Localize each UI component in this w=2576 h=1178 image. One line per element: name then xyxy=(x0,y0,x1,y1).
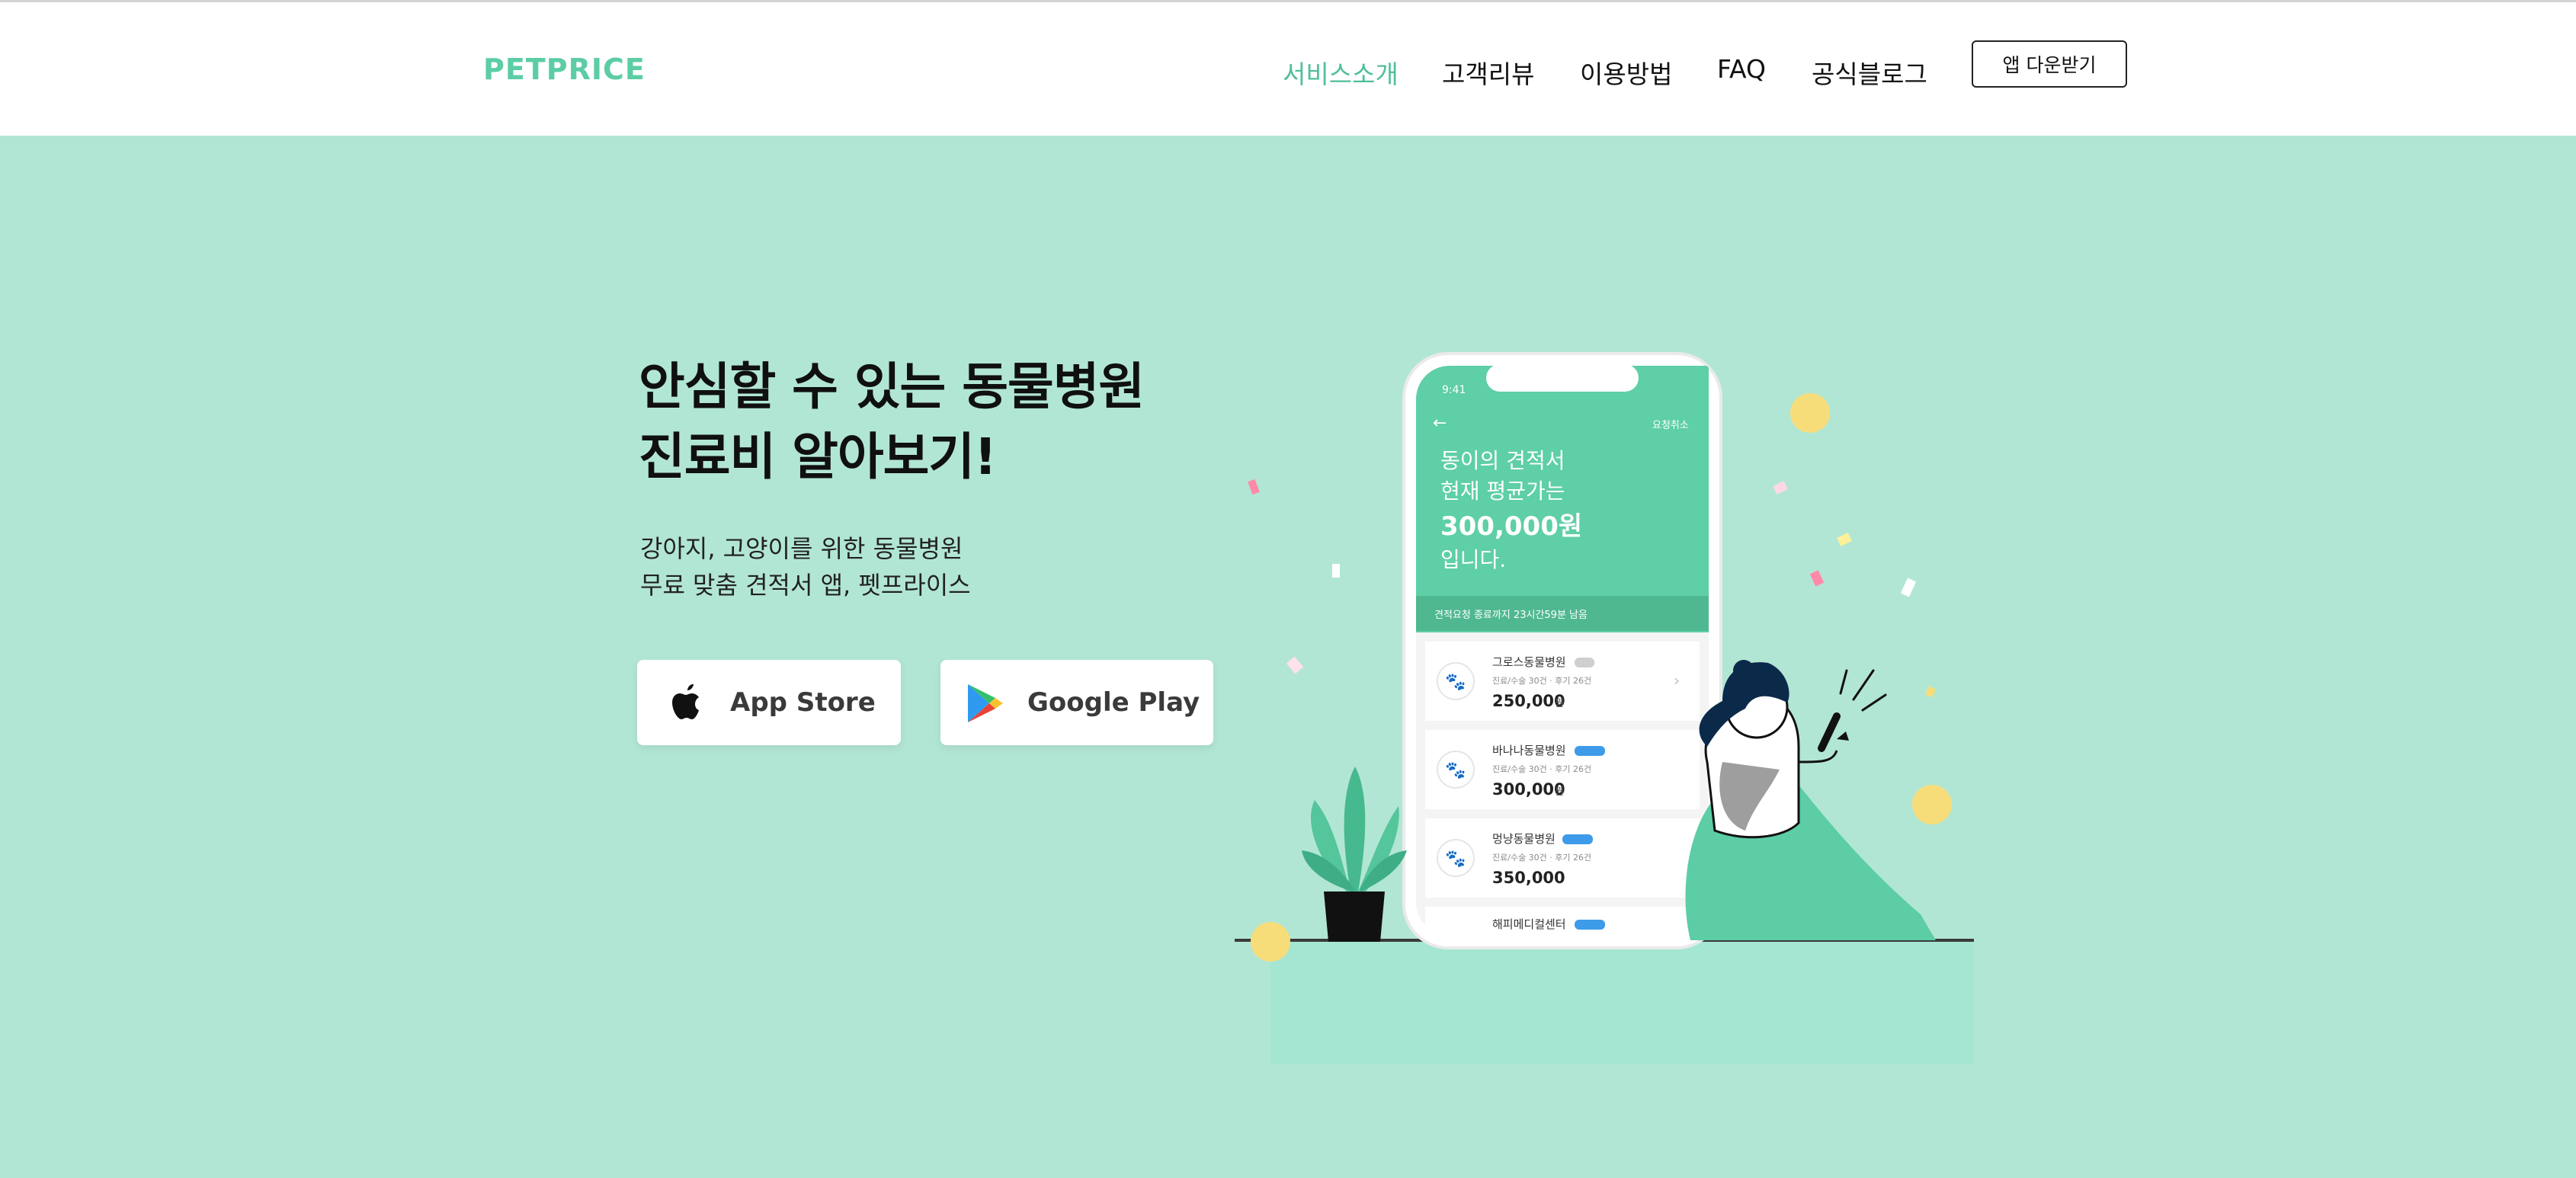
hero-illustration: 9:41 ← 요청취소 동이의 견적서 현재 평균가는 300,000원 입니다… xyxy=(1235,352,1974,1064)
clinic-card[interactable]: 🐾 멍냥동물병원 진료/수술 30건 · 후기 26건 350,000 xyxy=(1425,818,1700,898)
phone-headline-3: 입니다. xyxy=(1440,547,1506,572)
clinic-name: 그로스동물병원 xyxy=(1492,655,1566,669)
plant-illustration xyxy=(1302,767,1407,942)
google-play-button[interactable]: Google Play xyxy=(940,660,1213,745)
app-download-button[interactable]: 앱 다운받기 xyxy=(1972,40,2127,88)
confetti-piece xyxy=(1773,481,1788,495)
clinic-card[interactable]: 🐾 그로스동물병원 진료/수술 30건 · 후기 26건 250,000 원 › xyxy=(1425,642,1700,721)
phone-headline-2: 현재 평균가는 xyxy=(1440,479,1565,504)
confetti-dot xyxy=(1912,785,1952,824)
clinic-price: 350,000 xyxy=(1492,869,1565,887)
google-play-label: Google Play xyxy=(1027,687,1200,718)
confetti-piece xyxy=(1286,656,1304,674)
phone-mockup: 9:41 ← 요청취소 동이의 견적서 현재 평균가는 300,000원 입니다… xyxy=(1402,352,1722,949)
clinic-badge xyxy=(1562,834,1593,844)
back-arrow-icon: ← xyxy=(1433,414,1447,433)
clinic-badge xyxy=(1575,658,1594,667)
site-header: PETPRICE 서비스소개 고객리뷰 이용방법 FAQ 공식블로그 앱 다운받… xyxy=(0,0,2576,136)
clinic-price-unit: 원 xyxy=(1555,786,1564,798)
nav-how-to-use[interactable]: 이용방법 xyxy=(1580,54,1672,91)
woman-with-cat-illustration xyxy=(1685,660,1936,940)
hero-title-line-1: 안심할 수 있는 동물병원 xyxy=(639,357,1145,416)
nav-official-blog[interactable]: 공식블로그 xyxy=(1812,54,1927,91)
clinic-meta: 진료/수술 30건 · 후기 26건 xyxy=(1492,853,1591,863)
clinic-name: 바나나동물병원 xyxy=(1492,744,1566,757)
chevron-right-icon: › xyxy=(1674,671,1680,690)
clinic-meta: 진료/수술 30건 · 후기 26건 xyxy=(1492,764,1591,774)
clinic-name: 멍냥동물병원 xyxy=(1492,832,1556,846)
clinic-badge xyxy=(1575,920,1605,930)
phone-time: 9:41 xyxy=(1442,384,1466,396)
confetti-piece xyxy=(1332,564,1340,578)
deadline-text: 견적요청 종료까지 23시간59분 남음 xyxy=(1434,610,1588,621)
clinic-price-unit: 원 xyxy=(1555,698,1564,709)
app-store-button[interactable]: App Store xyxy=(637,660,901,745)
clinic-card[interactable]: 🐾 바나나동물병원 진료/수술 30건 · 후기 26건 300,000 원 xyxy=(1425,730,1700,809)
nav-customer-reviews[interactable]: 고객리뷰 xyxy=(1442,54,1534,91)
clinic-meta: 진료/수술 30건 · 후기 26건 xyxy=(1492,676,1591,686)
phone-notch xyxy=(1486,364,1639,392)
paw-icon: 🐾 xyxy=(1445,673,1466,692)
hero-subtitle-line-1: 강아지, 고양이를 위한 동물병원 xyxy=(640,534,963,563)
confetti-piece xyxy=(1837,533,1852,546)
hero-subtitle: 강아지, 고양이를 위한 동물병원 무료 맞춤 견적서 앱, 펫프라이스 xyxy=(640,530,971,603)
paw-icon: 🐾 xyxy=(1445,850,1466,869)
confetti-dot xyxy=(1251,922,1290,962)
paw-icon: 🐾 xyxy=(1445,761,1466,780)
hero-title: 안심할 수 있는 동물병원 진료비 알아보기! xyxy=(639,352,1145,492)
hero-title-line-2: 진료비 알아보기! xyxy=(639,427,997,486)
google-play-icon xyxy=(968,684,1003,722)
nav-service-intro[interactable]: 서비스소개 xyxy=(1283,54,1399,91)
request-cancel-link[interactable]: 요청취소 xyxy=(1652,420,1689,431)
ground-block xyxy=(1270,942,1974,1064)
clinic-badge xyxy=(1575,746,1605,756)
nav-faq[interactable]: FAQ xyxy=(1717,54,1766,84)
phone-headline-1: 동이의 견적서 xyxy=(1440,448,1565,473)
clinic-name: 해피메디컬센터 xyxy=(1492,917,1566,931)
clinic-card[interactable]: 해피메디컬센터 xyxy=(1425,907,1700,939)
confetti-piece xyxy=(1248,479,1260,495)
petprice-logo[interactable]: PETPRICE xyxy=(483,53,646,86)
confetti-dot xyxy=(1790,393,1830,433)
hero-subtitle-line-2: 무료 맞춤 견적서 앱, 펫프라이스 xyxy=(640,571,971,600)
app-store-label: App Store xyxy=(730,687,876,718)
apple-icon xyxy=(672,684,699,719)
phone-average-price: 300,000원 xyxy=(1440,511,1582,542)
confetti-piece xyxy=(1924,686,1937,698)
confetti-piece xyxy=(1809,570,1825,587)
confetti-piece xyxy=(1900,578,1917,597)
